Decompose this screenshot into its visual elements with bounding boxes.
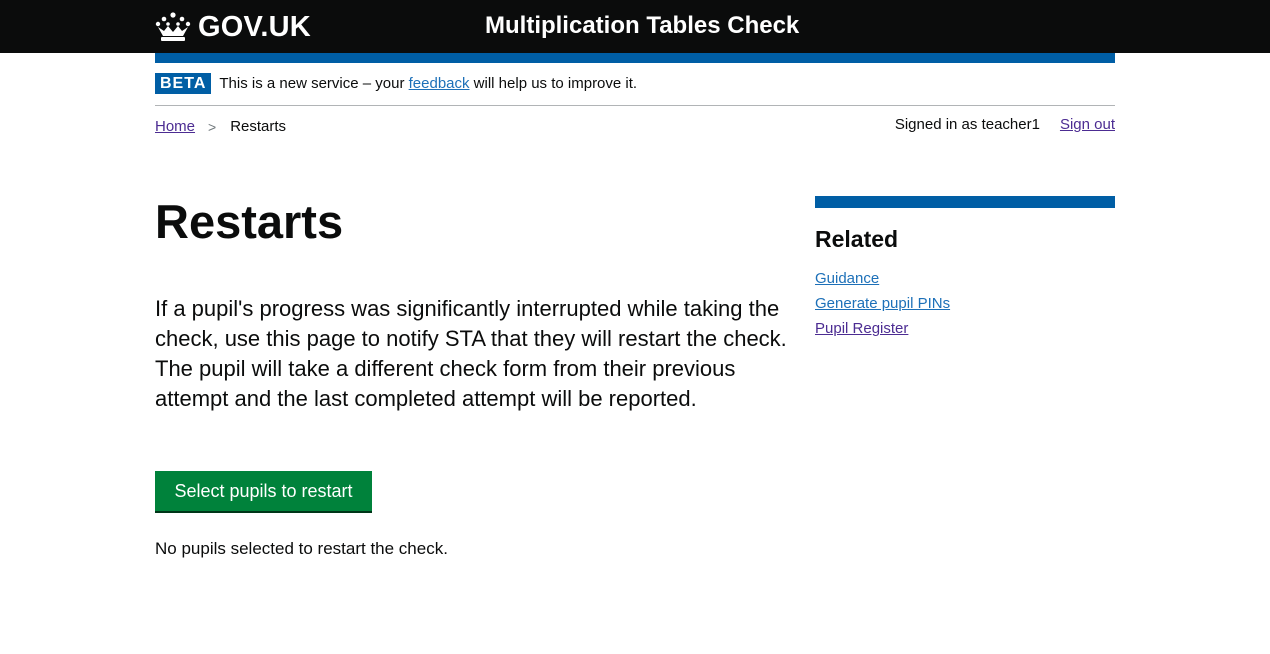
site-header: GOV.UK Multiplication Tables Check [0, 0, 1270, 53]
govuk-logo-link[interactable]: GOV.UK [155, 9, 311, 45]
header-blue-bar [155, 53, 1115, 63]
logo-text: GOV.UK [198, 10, 311, 43]
feedback-link[interactable]: feedback [409, 75, 470, 92]
breadcrumb-home-link[interactable]: Home [155, 118, 195, 135]
page-title: Restarts [155, 195, 344, 248]
breadcrumb: Home > Restarts [155, 118, 286, 135]
select-pupils-button[interactable]: Select pupils to restart [155, 471, 372, 511]
related-item: Generate pupil PINs [815, 291, 1115, 316]
status-text: No pupils selected to restart the check. [155, 539, 448, 558]
related-links: Guidance Generate pupil PINs Pupil Regis… [815, 266, 1115, 341]
pupil-register-link[interactable]: Pupil Register [815, 320, 908, 337]
service-name-link[interactable]: Multiplication Tables Check [485, 12, 799, 40]
phase-banner: BETA This is a new service – your feedba… [155, 73, 1115, 106]
crown-icon [155, 12, 191, 41]
lead-paragraph: If a pupil's progress was significantly … [155, 296, 787, 411]
signed-in-text: Signed in as teacher1 [894, 116, 1040, 133]
related-item: Guidance [815, 266, 1115, 291]
phase-banner-text: This is a new service – your feedback wi… [219, 73, 637, 94]
generate-pins-link[interactable]: Generate pupil PINs [815, 295, 950, 312]
related-heading: Related [815, 226, 899, 252]
phase-text-before: This is a new service – your [219, 75, 409, 92]
related-item: Pupil Register [815, 316, 1115, 341]
sign-out-link[interactable]: Sign out [1060, 116, 1115, 133]
phase-text-after: will help us to improve it. [469, 75, 638, 92]
beta-tag: BETA [155, 73, 212, 94]
account-info: Signed in as teacher1 Sign out [895, 116, 1115, 133]
breadcrumb-separator: > [208, 118, 217, 135]
related-sidebar: Related Guidance Generate pupil PINs Pup… [815, 196, 1115, 341]
breadcrumb-current: Restarts [230, 118, 287, 135]
guidance-link[interactable]: Guidance [815, 270, 879, 287]
